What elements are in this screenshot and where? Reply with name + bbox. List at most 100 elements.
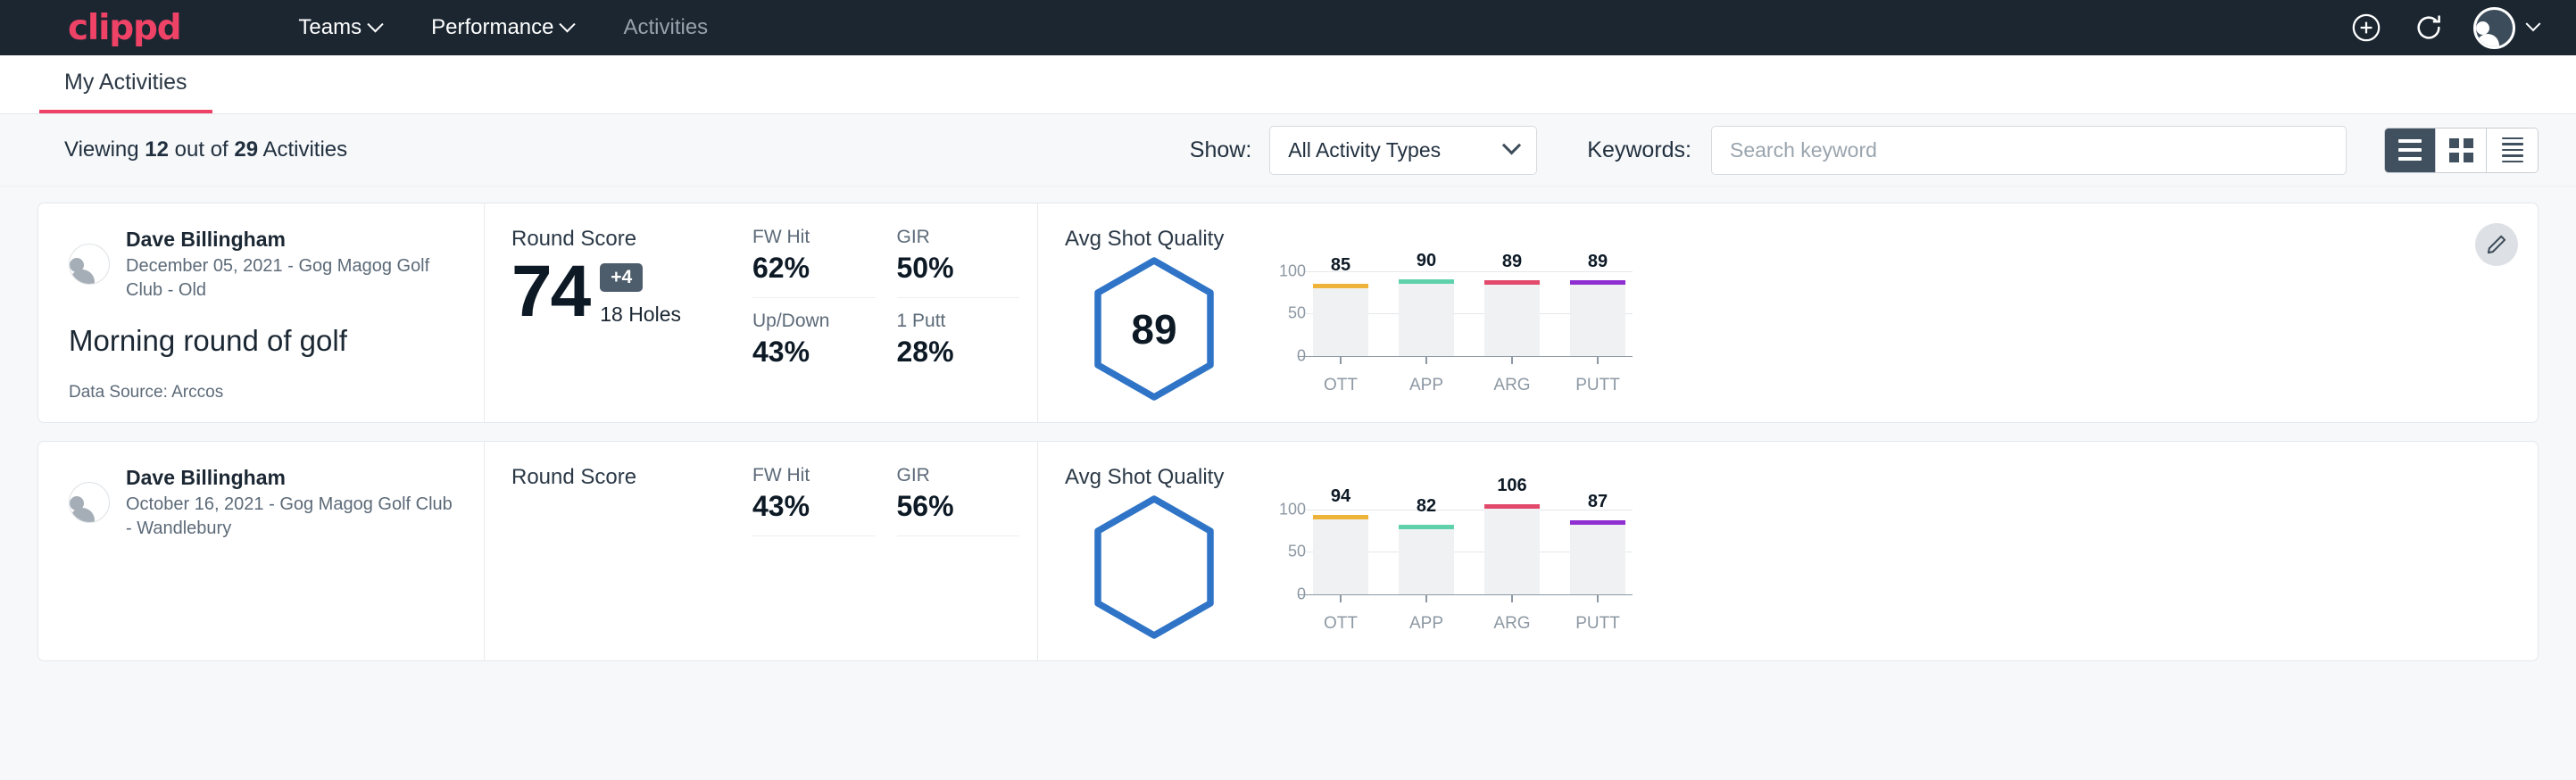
stat-one-putt: 1 Putt 28% <box>897 311 1020 369</box>
bar-value-label: 106 <box>1484 476 1540 496</box>
chart-bar: 82 <box>1399 502 1454 594</box>
shot-quality-value: 89 <box>1065 305 1243 353</box>
activity-info-column: Dave Billingham December 05, 2021 - Gog … <box>38 203 485 422</box>
stat-label: GIR <box>897 465 1020 486</box>
activity-card[interactable]: Dave Billingham October 16, 2021 - Gog M… <box>37 441 2539 661</box>
search-input[interactable] <box>1711 126 2347 175</box>
stats-column: FW Hit 43% GIR 56% <box>744 442 1038 660</box>
bar-fill <box>1484 509 1540 593</box>
chart-bar: 85 <box>1313 263 1368 356</box>
chart-x-labels: OTTAPPARGPUTT <box>1306 376 1633 395</box>
edit-activity-button[interactable] <box>2475 223 2518 266</box>
chart-plot-area: 85908989OTTAPPARGPUTT <box>1306 263 1633 395</box>
y-tick-label: 100 <box>1279 500 1306 519</box>
account-menu[interactable] <box>2473 7 2539 49</box>
bar-fill <box>1484 285 1540 355</box>
refresh-icon[interactable] <box>2411 10 2447 46</box>
chart-gridline <box>1299 594 1633 596</box>
tab-my-activities[interactable]: My Activities <box>39 55 212 113</box>
bar-value-label: 89 <box>1570 252 1625 272</box>
chevron-down-icon <box>367 16 383 32</box>
avg-shot-quality-label: Avg Shot Quality <box>1065 227 2457 252</box>
round-score-column: Round Score <box>485 442 744 660</box>
compact-view-button[interactable] <box>2487 129 2538 172</box>
bar-fill <box>1399 529 1454 594</box>
x-axis-label: OTT <box>1313 614 1368 634</box>
chart-bar: 89 <box>1484 263 1540 356</box>
author-name: Dave Billingham <box>126 465 457 491</box>
round-score-side: +4 18 Holes <box>600 263 681 327</box>
x-axis-label: ARG <box>1484 614 1540 634</box>
x-axis-label: PUTT <box>1570 376 1625 395</box>
round-score-label: Round Score <box>511 465 729 490</box>
bar-fill <box>1399 284 1454 355</box>
round-score-label: Round Score <box>511 227 729 252</box>
nav-item-performance-label: Performance <box>431 15 553 40</box>
chart-y-axis: 050100 <box>1265 263 1306 356</box>
holes-played: 18 Holes <box>600 303 681 327</box>
nav-item-performance[interactable]: Performance <box>406 15 598 40</box>
chart-bar: 89 <box>1570 263 1625 356</box>
chart-x-labels: OTTAPPARGPUTT <box>1306 614 1633 634</box>
compact-view-icon <box>2502 137 2523 163</box>
add-circle-icon[interactable] <box>2348 10 2384 46</box>
bar-value-label: 85 <box>1313 255 1368 276</box>
activity-author: Dave Billingham December 05, 2021 - Gog … <box>69 227 457 303</box>
y-tick-label: 50 <box>1288 304 1306 323</box>
stat-value: 28% <box>897 336 1020 369</box>
activity-type-select[interactable]: All Activity Types <box>1269 126 1537 175</box>
nav-item-activities[interactable]: Activities <box>598 15 733 40</box>
tab-bar: My Activities <box>0 55 2576 114</box>
activity-author: Dave Billingham October 16, 2021 - Gog M… <box>69 465 457 541</box>
y-tick-label: 50 <box>1288 543 1306 561</box>
nav-item-teams[interactable]: Teams <box>273 15 406 40</box>
activity-meta: October 16, 2021 - Gog Magog Golf Club -… <box>126 493 457 541</box>
avatar <box>69 482 110 523</box>
bar-value-label: 87 <box>1570 492 1625 512</box>
avatar-body <box>70 508 95 522</box>
round-score-value: 74 <box>511 257 589 327</box>
list-view-button[interactable] <box>2385 129 2436 172</box>
chart-bar: 87 <box>1570 502 1625 594</box>
chart-plot-area: 948210687OTTAPPARGPUTT <box>1306 502 1633 634</box>
show-label: Show: <box>1190 137 1251 163</box>
bar-fill <box>1313 519 1368 594</box>
stat-fw-hit: FW Hit 43% <box>752 465 876 536</box>
list-view-icon <box>2398 139 2422 161</box>
stat-label: GIR <box>897 227 1020 248</box>
stat-fw-hit: FW Hit 62% <box>752 227 876 298</box>
stat-value: 43% <box>752 336 876 369</box>
stat-value: 43% <box>752 490 876 523</box>
bar-value-label: 94 <box>1313 486 1368 507</box>
x-axis-label: OTT <box>1313 376 1368 395</box>
x-axis-label: PUTT <box>1570 614 1625 634</box>
round-score-row: 74 +4 18 Holes <box>511 257 729 327</box>
stat-gir: GIR 50% <box>897 227 1020 298</box>
chart-bar: 106 <box>1484 502 1540 594</box>
primary-nav: Teams Performance Activities <box>273 15 733 40</box>
chart-bar: 90 <box>1399 263 1454 356</box>
bar-value-label: 82 <box>1399 496 1454 517</box>
bar-fill <box>1313 288 1368 355</box>
round-score-column: Round Score 74 +4 18 Holes <box>485 203 744 422</box>
x-axis-label: APP <box>1399 376 1454 395</box>
chevron-down-icon <box>2526 16 2541 31</box>
activity-card[interactable]: Dave Billingham December 05, 2021 - Gog … <box>37 203 2539 423</box>
stat-label: 1 Putt <box>897 311 1020 332</box>
filter-controls: Show: All Activity Types Keywords: <box>1190 126 2539 175</box>
avg-shot-quality-body: 89 05010085908989OTTAPPARGPUTT <box>1065 255 2457 402</box>
stat-value: 50% <box>897 252 1020 285</box>
grid-view-button[interactable] <box>2436 129 2487 172</box>
stat-label: FW Hit <box>752 227 876 248</box>
activity-type-value: All Activity Types <box>1288 138 1441 162</box>
y-tick-label: 100 <box>1279 261 1306 280</box>
avatar-body <box>70 270 95 284</box>
hexagon-icon <box>1087 494 1221 641</box>
bar-fill <box>1570 285 1625 355</box>
chart-bar: 94 <box>1313 502 1368 594</box>
avg-shot-quality-label: Avg Shot Quality <box>1065 465 2457 490</box>
chart-bars: 85 90 89 89 <box>1306 263 1633 356</box>
keywords-label: Keywords: <box>1587 137 1691 163</box>
avatar <box>2473 7 2515 49</box>
clippd-logo[interactable]: clippd <box>68 11 180 46</box>
